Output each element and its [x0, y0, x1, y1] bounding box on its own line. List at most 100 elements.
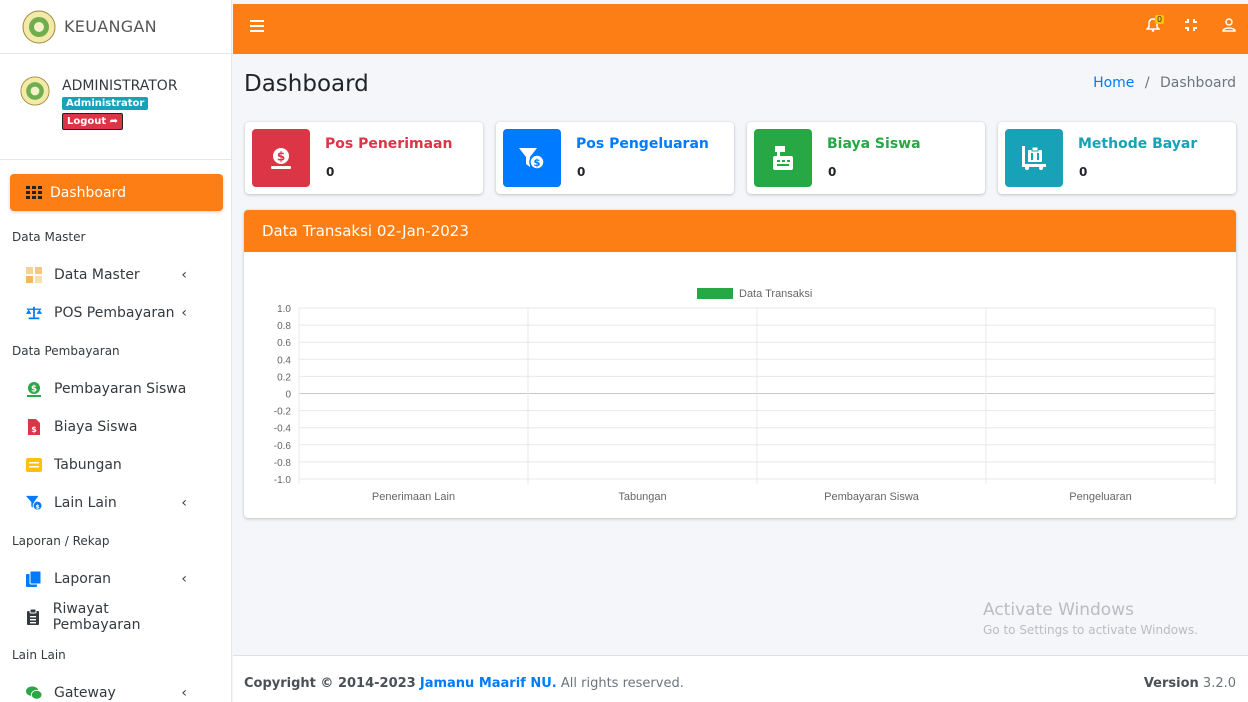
info-box-pos-penerimaan: $ Pos Penerimaan 0 — [245, 122, 483, 194]
svg-text:$: $ — [31, 425, 37, 434]
breadcrumb: Home / Dashboard — [1093, 75, 1236, 91]
sidebar-item-label: Data Master — [54, 267, 140, 283]
sidebar: KEUANGAN ADMINISTRATOR Administrator Log… — [0, 0, 232, 702]
chevron-left-icon: ‹ — [181, 267, 187, 283]
rights-text: All rights reserved. — [560, 676, 684, 691]
info-box-value: 0 — [326, 165, 335, 179]
funnel-dollar-icon: $ — [519, 148, 545, 170]
book-icon — [26, 457, 42, 473]
user-name: ADMINISTRATOR — [62, 78, 178, 94]
avatar — [20, 76, 50, 106]
svg-text:$: $ — [534, 158, 541, 169]
dollar-coin-icon: $ — [26, 381, 42, 397]
logout-button[interactable]: Logout ➦ — [62, 113, 124, 130]
copy-icon — [26, 571, 42, 587]
svg-text:$: $ — [35, 503, 39, 510]
page-title: Dashboard — [244, 71, 369, 97]
y-tick-label: -0.2 — [274, 407, 292, 418]
chevron-left-icon: ‹ — [181, 495, 187, 511]
transaction-chart-card: Data Transaksi 02-Jan-2023 Data Transaks… — [244, 210, 1236, 518]
sidebar-item-label: Tabungan — [54, 457, 122, 473]
nav-header-data-master: Data Master — [12, 230, 86, 244]
fullscreen-button[interactable] — [1184, 18, 1198, 36]
info-box-label: Biaya Siswa — [827, 136, 921, 152]
sidebar-item-lain-lain[interactable]: $ Lain Lain ‹ — [0, 484, 231, 522]
sidebar-item-riwayat-pembayaran[interactable]: Riwayat Pembayaran — [0, 598, 231, 636]
chat-icon — [26, 685, 42, 701]
sidebar-item-label: Biaya Siswa — [54, 419, 138, 435]
chevron-left-icon: ‹ — [181, 571, 187, 587]
activate-windows-title: Activate Windows — [983, 600, 1134, 620]
info-icon-bg — [754, 129, 812, 187]
version-label: Version — [1143, 676, 1199, 691]
logo-icon — [22, 10, 56, 43]
th-grid-icon — [26, 185, 42, 199]
file-invoice-icon: $ — [26, 419, 42, 435]
grid-icon — [26, 267, 42, 283]
sign-out-icon: ➦ — [109, 116, 119, 127]
breadcrumb-home-link[interactable]: Home — [1093, 75, 1134, 91]
card-header: Data Transaksi 02-Jan-2023 — [244, 210, 1236, 252]
y-tick-label: 0.8 — [277, 321, 291, 332]
user-icon — [1222, 18, 1236, 32]
sidebar-item-biaya-siswa[interactable]: $ Biaya Siswa — [0, 408, 231, 446]
x-tick-label: Pembayaran Siswa — [824, 491, 920, 503]
legend-label: Data Transaksi — [739, 288, 812, 300]
x-tick-label: Pengeluaran — [1069, 491, 1131, 503]
sidebar-item-gateway[interactable]: Gateway ‹ — [0, 674, 231, 702]
notifications-button[interactable]: 0 — [1145, 15, 1165, 36]
info-icon-bg — [1005, 129, 1063, 187]
info-box-biaya-siswa: Biaya Siswa 0 — [747, 122, 985, 194]
nav-header-data-pembayaran: Data Pembayaran — [12, 344, 120, 358]
sidebar-item-dashboard[interactable]: Dashboard — [10, 174, 223, 211]
sidebar-nav: Dashboard Data Master Data Master ‹ POS … — [0, 160, 231, 702]
chevron-left-icon: ‹ — [181, 685, 187, 701]
clipboard-list-icon — [26, 609, 41, 625]
y-tick-label: -0.6 — [274, 441, 292, 452]
funnel-dollar-icon: $ — [26, 495, 42, 511]
sidebar-item-data-master[interactable]: Data Master ‹ — [0, 256, 231, 294]
sidebar-item-label: Gateway — [54, 685, 116, 701]
x-tick-label: Tabungan — [618, 491, 666, 503]
sidebar-item-laporan[interactable]: Laporan ‹ — [0, 560, 231, 598]
org-link[interactable]: Jamanu Maarif NU. — [420, 676, 557, 691]
sidebar-item-pos-pembayaran[interactable]: POS Pembayaran ‹ — [0, 294, 231, 332]
info-box-label: Pos Penerimaan — [325, 136, 453, 152]
chevron-left-icon: ‹ — [181, 305, 187, 321]
activate-windows-subtitle: Go to Settings to activate Windows. — [983, 623, 1198, 637]
cash-register-icon — [773, 146, 793, 170]
info-box-label: Pos Pengeluaran — [576, 136, 709, 152]
sidebar-item-label: Riwayat Pembayaran — [52, 601, 141, 633]
sidebar-item-label: Laporan — [54, 571, 112, 587]
svg-text:$: $ — [31, 385, 37, 395]
dolly-icon — [1022, 146, 1046, 170]
info-box-label: Methode Bayar — [1078, 136, 1198, 152]
sidebar-item-pembayaran-siswa[interactable]: $ Pembayaran Siswa — [0, 370, 231, 408]
copyright-prefix: Copyright © 2014-2023 — [244, 676, 416, 691]
topbar: 0 — [233, 4, 1248, 54]
footer: Copyright © 2014-2023 Jamanu Maarif NU. … — [233, 655, 1248, 702]
menu-toggle-icon[interactable] — [250, 20, 264, 32]
info-icon-bg: $ — [503, 129, 561, 187]
version-number: 3.2.0 — [1202, 676, 1236, 691]
role-badge: Administrator — [62, 97, 149, 110]
version: Version 3.2.0 — [1144, 676, 1236, 691]
card-title: Data Transaksi 02-Jan-2023 — [262, 222, 469, 240]
user-panel: ADMINISTRATOR Administrator Logout ➦ — [0, 54, 231, 160]
y-tick-label: 1.0 — [277, 304, 291, 315]
nav-header-laporan: Laporan / Rekap — [12, 534, 110, 548]
copyright: Copyright © 2014-2023 Jamanu Maarif NU. … — [244, 676, 684, 691]
brand-name: KEUANGAN — [64, 17, 157, 36]
y-tick-label: -1.0 — [274, 475, 292, 486]
notification-badge: 0 — [1155, 15, 1165, 24]
y-tick-label: 0.6 — [277, 338, 291, 349]
sidebar-item-label: Lain Lain — [54, 495, 117, 511]
brand-link[interactable]: KEUANGAN — [0, 0, 231, 54]
sidebar-item-label: Dashboard — [50, 184, 126, 201]
info-box-pos-pengeluaran: $ Pos Pengeluaran 0 — [496, 122, 734, 194]
sidebar-item-tabungan[interactable]: Tabungan — [0, 446, 231, 484]
user-menu-button[interactable] — [1222, 18, 1236, 36]
info-box-value: 0 — [828, 165, 837, 179]
breadcrumb-separator: / — [1144, 75, 1150, 91]
compress-icon — [1185, 19, 1197, 31]
